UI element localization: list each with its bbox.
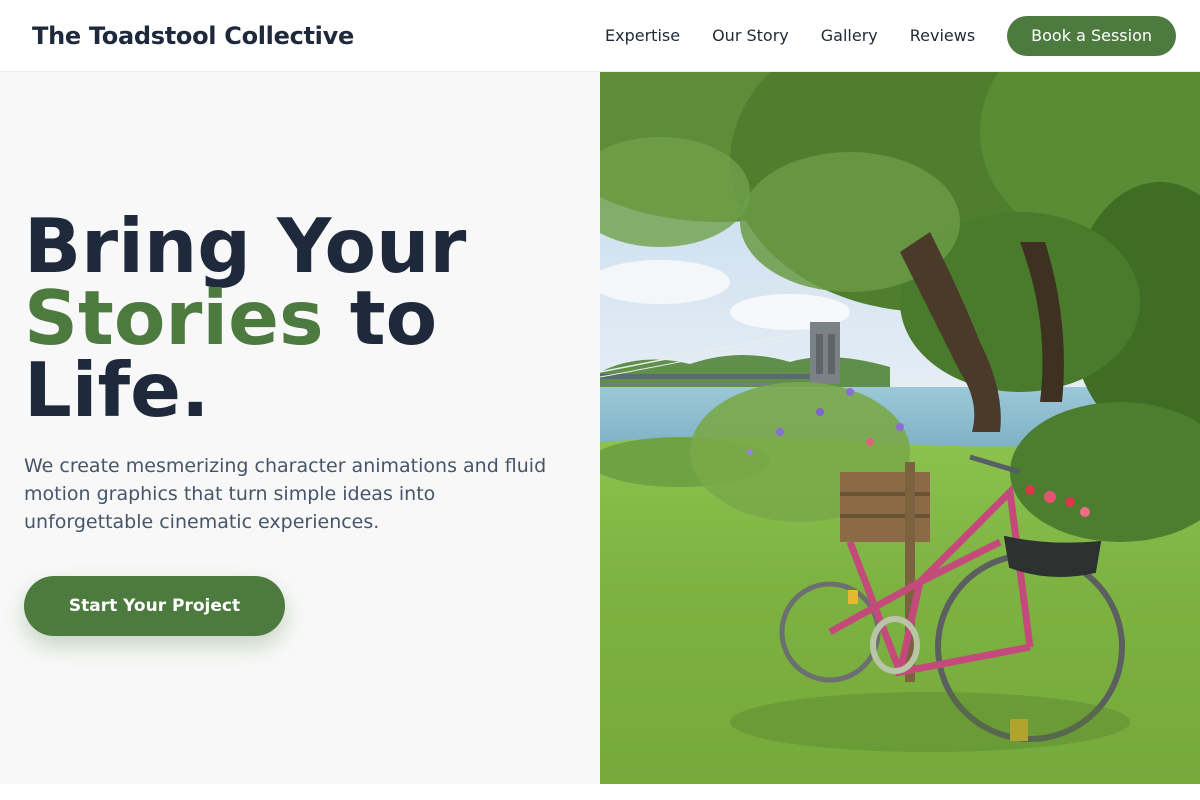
nav-link-our-story[interactable]: Our Story — [712, 26, 789, 45]
nav-link-expertise[interactable]: Expertise — [605, 26, 680, 45]
book-session-button[interactable]: Book a Session — [1007, 15, 1176, 56]
brand-logo[interactable]: The Toadstool Collective — [32, 22, 354, 50]
headline-part-2: to — [349, 274, 438, 362]
headline-part-3: Life. — [24, 346, 210, 434]
hero-text-panel: Bring Your Stories to Life. We create me… — [0, 72, 600, 784]
bicycle-scene-illustration — [600, 72, 1200, 784]
page-bottom-strip — [0, 784, 1200, 800]
start-project-button[interactable]: Start Your Project — [24, 576, 285, 636]
site-header: The Toadstool Collective Expertise Our S… — [0, 0, 1200, 72]
hero-headline: Bring Your Stories to Life. — [24, 209, 584, 428]
nav-link-gallery[interactable]: Gallery — [821, 26, 878, 45]
main-nav: Expertise Our Story Gallery Reviews Book… — [605, 15, 1176, 56]
hero-subtext: We create mesmerizing character animatio… — [24, 455, 547, 533]
nav-link-reviews[interactable]: Reviews — [910, 26, 975, 45]
hero-image — [600, 72, 1200, 784]
